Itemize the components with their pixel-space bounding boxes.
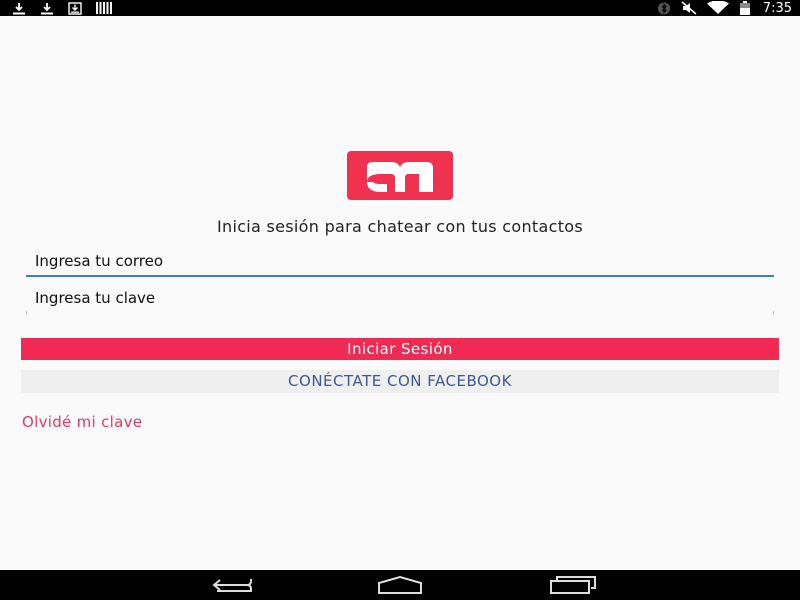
recents-icon[interactable] xyxy=(548,575,598,595)
barcode-icon xyxy=(96,2,112,14)
app-logo-m-icon xyxy=(347,151,453,200)
home-icon[interactable] xyxy=(375,575,425,595)
notification-icons xyxy=(12,1,112,15)
email-field-container xyxy=(26,249,774,277)
wifi-icon xyxy=(706,1,729,15)
email-field-underline xyxy=(26,275,774,277)
status-bar: 7:35 xyxy=(0,0,800,16)
password-field[interactable] xyxy=(26,286,774,310)
login-button[interactable]: Iniciar Sesión xyxy=(21,338,779,360)
clock: 7:35 xyxy=(762,0,792,16)
page-title: Inicia sesión para chatear con tus conta… xyxy=(216,217,584,236)
battery-icon xyxy=(739,1,751,15)
screen: 7:35 Inicia sesión para chatear con tus … xyxy=(0,0,800,600)
navigation-bar xyxy=(0,570,800,600)
download-box-icon xyxy=(68,1,82,15)
forgot-password-link[interactable]: Olvidé mi clave xyxy=(22,413,142,431)
mute-icon xyxy=(681,1,697,15)
facebook-login-button[interactable]: CONÉCTATE CON FACEBOOK xyxy=(21,370,779,393)
password-field-container xyxy=(26,286,774,314)
back-icon[interactable] xyxy=(205,575,255,595)
email-field[interactable] xyxy=(26,249,774,273)
password-field-underline xyxy=(26,311,774,314)
download-icon xyxy=(12,2,26,15)
download-icon xyxy=(40,2,54,15)
bluetooth-icon xyxy=(657,2,671,15)
system-icons: 7:35 xyxy=(657,0,792,16)
